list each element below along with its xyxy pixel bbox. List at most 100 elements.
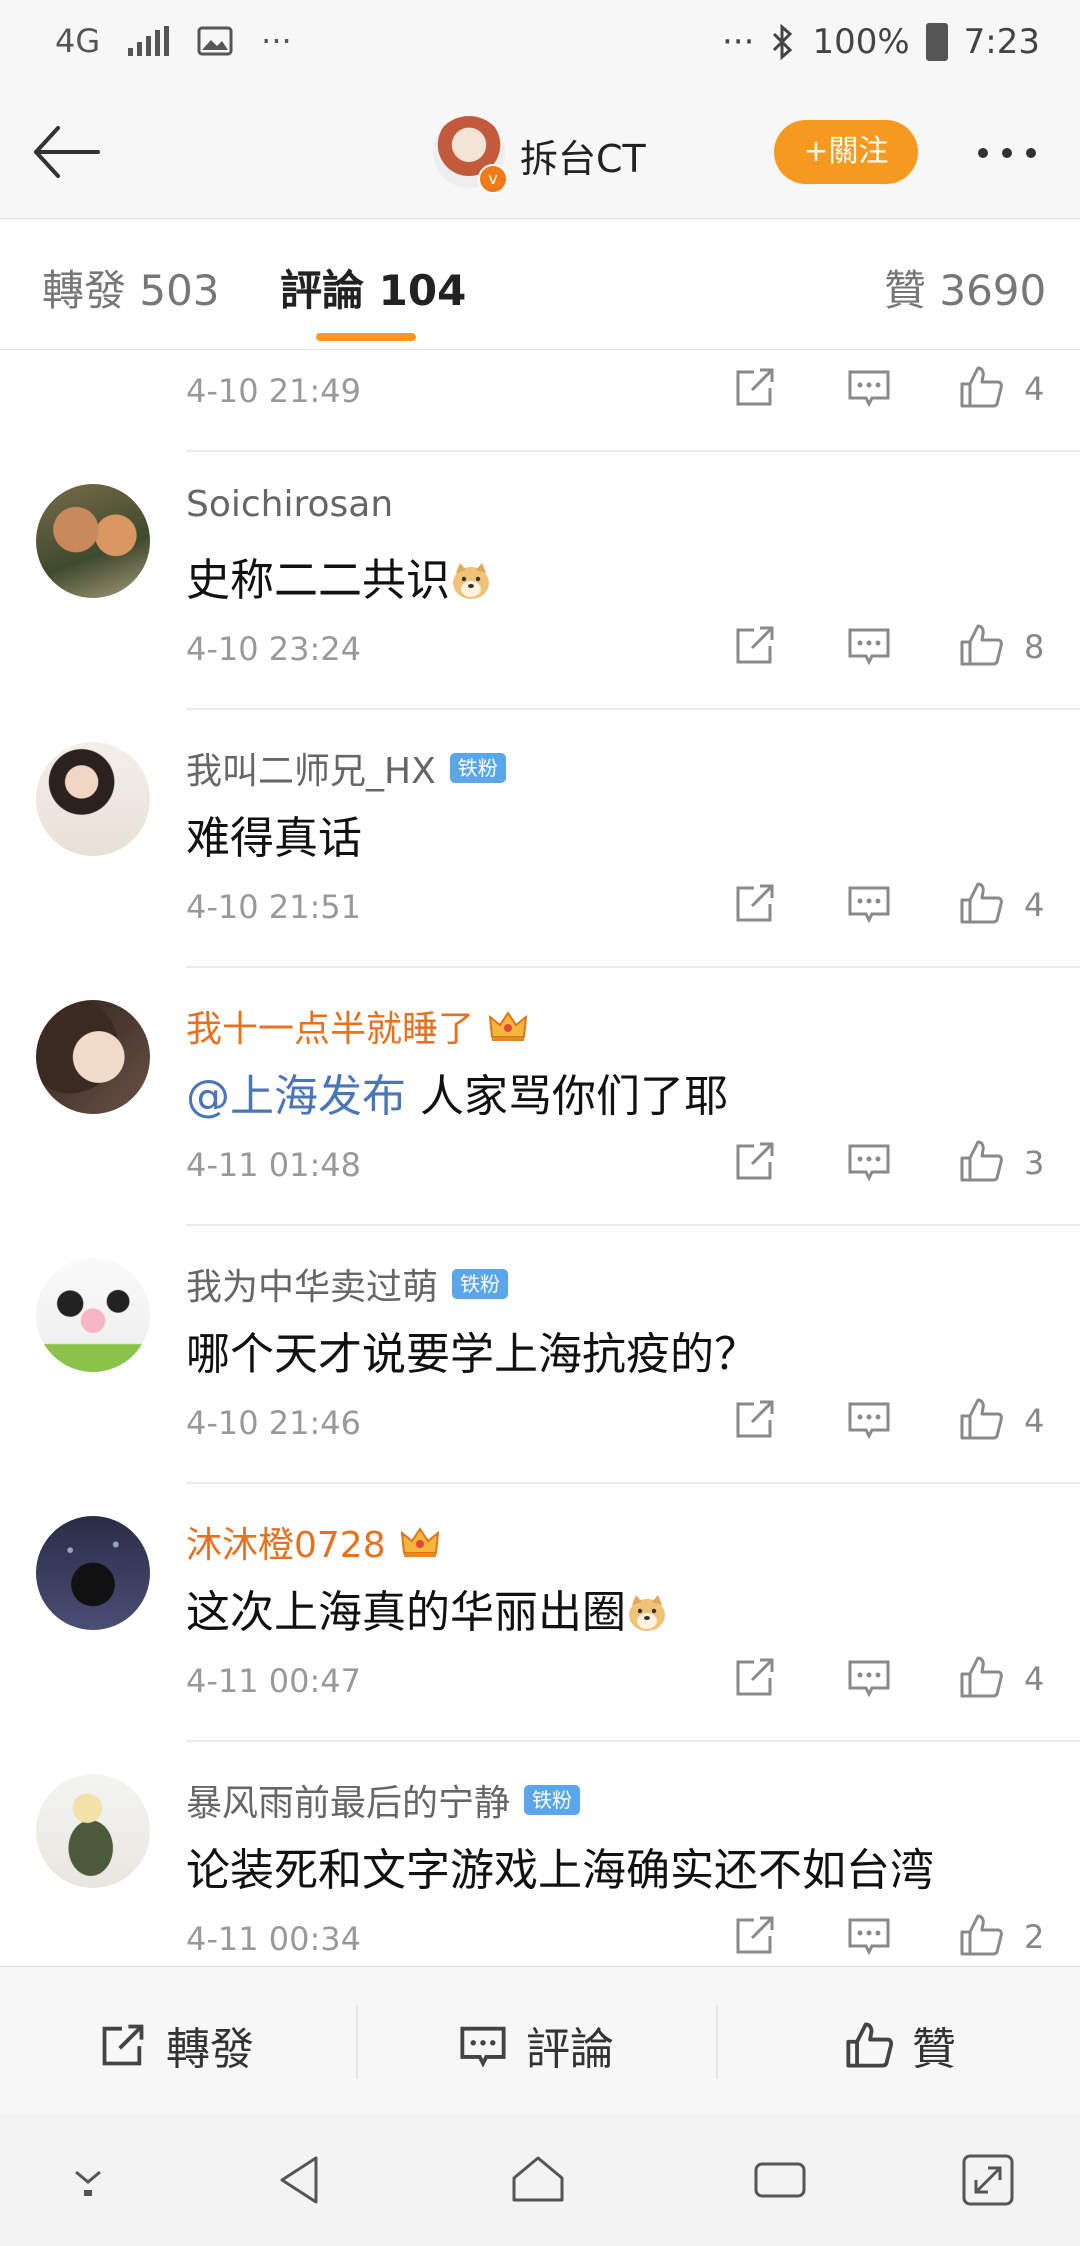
back-nav-icon[interactable]	[272, 2150, 332, 2210]
user-avatar[interactable]	[36, 1774, 150, 1888]
tab-likes[interactable]: 贊 3690	[884, 257, 1046, 318]
expand-icon[interactable]	[958, 2150, 1018, 2210]
like-count: 4	[1024, 1660, 1045, 1698]
doge-emoji-icon	[629, 1595, 665, 1631]
repost-icon[interactable]	[732, 880, 778, 926]
system-nav-bar	[0, 2114, 1080, 2246]
comment-row: Soichirosan 史称二二共识 4-10 23:24 8	[0, 452, 1080, 710]
comment-icon[interactable]	[846, 1396, 892, 1442]
username-text[interactable]: 暴风雨前最后的宁静	[186, 1774, 510, 1826]
tab-reposts[interactable]: 轉發 503	[42, 257, 220, 318]
comment-time: 4-10 21:46	[186, 1404, 362, 1442]
like-count: 2	[1024, 1918, 1045, 1956]
account-name[interactable]: 拆台CT	[520, 128, 646, 183]
like-count: 8	[1024, 628, 1045, 666]
bluetooth-icon	[773, 24, 793, 60]
user-avatar[interactable]	[36, 1258, 150, 1372]
like-count: 4	[1024, 886, 1045, 924]
like-icon[interactable]	[958, 1138, 1004, 1184]
repost-icon[interactable]	[732, 1138, 778, 1184]
comment-row-partial: 4-10 21:49 4	[0, 350, 1080, 452]
vip-crown-icon	[400, 1527, 439, 1557]
repost-icon[interactable]	[732, 1396, 778, 1442]
comment-text: 史称二二共识	[186, 544, 492, 608]
comment-row: 暴风雨前最后的宁静 铁粉 论装死和文字游戏上海确实还不如台湾 4-11 00:34…	[0, 1742, 1080, 1965]
network-indicator: 4G	[55, 22, 101, 60]
like-label: 贊	[912, 2024, 956, 2075]
comment-username[interactable]: 我为中华卖过萌 铁粉	[186, 1258, 509, 1310]
username-text[interactable]: 我为中华卖过萌	[186, 1258, 438, 1310]
user-avatar[interactable]	[36, 484, 150, 598]
like-icon[interactable]	[958, 1396, 1004, 1442]
like-icon[interactable]	[958, 1654, 1004, 1700]
comment-text: 论装死和文字游戏上海确实还不如台湾	[186, 1834, 934, 1898]
comment-icon[interactable]	[846, 364, 892, 410]
comment-icon[interactable]	[846, 1912, 892, 1958]
back-arrow-icon[interactable]	[28, 112, 108, 192]
like-icon[interactable]	[958, 622, 1004, 668]
repost-icon	[102, 2024, 144, 2066]
username-text[interactable]: Soichirosan	[186, 484, 393, 525]
comment-username[interactable]: 暴风雨前最后的宁静 铁粉	[186, 1774, 581, 1826]
like-count: 4	[1024, 370, 1045, 408]
recents-nav-icon[interactable]	[750, 2150, 810, 2210]
repost-icon[interactable]	[732, 1654, 778, 1700]
repost-icon[interactable]	[732, 622, 778, 668]
comment-list[interactable]: 4-10 21:49 4 Soichirosan 史称二二共识 4-10 23:…	[0, 350, 1080, 1965]
comment-username[interactable]: Soichirosan	[186, 484, 393, 525]
battery-percent: 100%	[812, 22, 910, 62]
comment-body: 这次上海真的华丽出圈	[186, 1587, 626, 1638]
like-icon	[846, 2022, 894, 2068]
comment-time: 4-10 21:49	[186, 372, 362, 410]
comment-username[interactable]: 我十一点半就睡了	[186, 1000, 528, 1052]
signal-icon	[128, 26, 170, 56]
username-text[interactable]: 我叫二师兄_HX	[186, 742, 436, 794]
comment-icon[interactable]	[846, 880, 892, 926]
bottom-action-bar: 轉發 評論 贊	[0, 1966, 1080, 2115]
status-bar: 4G ··· ··· 100% 7:23	[0, 0, 1080, 92]
image-icon	[197, 26, 233, 56]
comment-row: 我叫二师兄_HX 铁粉 难得真话 4-10 21:51 4	[0, 710, 1080, 968]
comment-button[interactable]: 評論	[458, 2013, 614, 2077]
user-avatar[interactable]	[36, 1516, 150, 1630]
like-icon[interactable]	[958, 880, 1004, 926]
fan-badge: 铁粉	[452, 1269, 509, 1299]
status-more: ···	[722, 22, 755, 62]
like-icon[interactable]	[958, 364, 1004, 410]
follow-button[interactable]: +關注	[774, 120, 918, 184]
comment-body: 论装死和文字游戏上海确实还不如台湾	[186, 1845, 934, 1896]
mention-link[interactable]: @上海发布	[186, 1071, 406, 1122]
comment-body: 人家骂你们了耶	[420, 1071, 728, 1122]
like-count: 3	[1024, 1144, 1045, 1182]
comment-text: 难得真话	[186, 802, 362, 866]
user-avatar[interactable]	[36, 742, 150, 856]
comment-icon[interactable]	[846, 1138, 892, 1184]
comment-icon[interactable]	[846, 622, 892, 668]
hide-keyboard-icon[interactable]	[58, 2150, 118, 2210]
clock: 7:23	[963, 22, 1040, 62]
repost-icon[interactable]	[732, 1912, 778, 1958]
username-text[interactable]: 沐沐橙0728	[186, 1516, 386, 1568]
home-nav-icon[interactable]	[508, 2150, 568, 2210]
active-tab-indicator	[316, 333, 416, 341]
like-count: 4	[1024, 1402, 1045, 1440]
like-icon[interactable]	[958, 1912, 1004, 1958]
repost-icon[interactable]	[732, 364, 778, 410]
like-button[interactable]: 贊	[844, 2013, 956, 2077]
comment-row: 沐沐橙0728 这次上海真的华丽出圈 4-11 00:47 4	[0, 1484, 1080, 1742]
comment-text: 哪个天才说要学上海抗疫的？	[186, 1318, 758, 1382]
user-avatar[interactable]	[36, 1000, 150, 1114]
username-text[interactable]: 我十一点半就睡了	[186, 1000, 474, 1052]
comment-username[interactable]: 我叫二师兄_HX 铁粉	[186, 742, 506, 794]
comment-row: 我为中华卖过萌 铁粉 哪个天才说要学上海抗疫的？ 4-10 21:46 4	[0, 1226, 1080, 1484]
status-left: 4G ···	[55, 22, 292, 60]
comment-icon[interactable]	[846, 1654, 892, 1700]
comment-username[interactable]: 沐沐橙0728	[186, 1516, 440, 1568]
repost-button[interactable]: 轉發	[98, 2013, 254, 2077]
more-options-icon[interactable]	[978, 148, 1036, 158]
title-bar: v 拆台CT +關注	[0, 92, 1080, 219]
comment-time: 4-11 01:48	[186, 1146, 362, 1184]
tab-comments[interactable]: 評論 104	[280, 257, 466, 318]
separator	[716, 2005, 718, 2079]
verified-badge-icon: v	[478, 164, 508, 194]
